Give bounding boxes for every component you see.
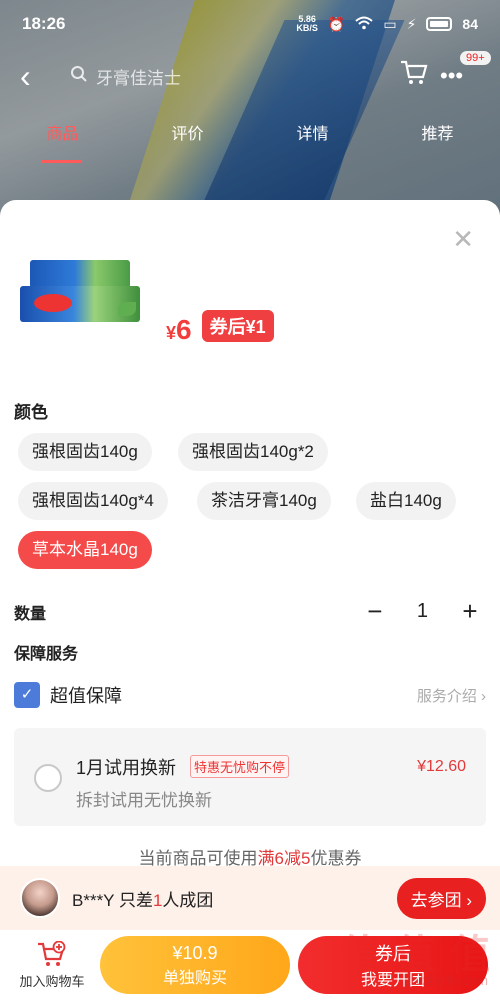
back-arrow-icon[interactable]: ‹ <box>20 58 70 95</box>
service-title: 保障服务 <box>14 646 79 663</box>
close-icon[interactable]: ✕ <box>452 224 474 255</box>
sku-selection-sheet: ✕ ¥6 券后¥1 颜色 强根固齿140g 强根固齿140g*2 强根固齿140… <box>0 200 500 1000</box>
group-buy-bar: B***Y 只差1人成团 去参团 › <box>0 866 500 930</box>
search-bar[interactable]: 牙膏佳洁士 <box>70 58 400 94</box>
service-radio[interactable] <box>34 764 62 792</box>
solo-label: 单独购买 <box>162 969 227 987</box>
tab-reviews[interactable]: 评价 <box>125 110 250 160</box>
service-name: 1月试用换新 <box>76 758 177 778</box>
service-option[interactable]: 1月试用换新 特惠无忧购不停 拆封试用无忧换新 ¥12.60 <box>14 728 486 826</box>
guarantee-label: 超值保障 <box>50 686 122 706</box>
status-time: 18:26 <box>22 14 66 33</box>
service-intro-link[interactable]: 服务介绍 › <box>417 685 486 706</box>
screen-icon: ▭ <box>383 15 397 32</box>
increase-button[interactable]: + <box>460 596 480 627</box>
tab-product[interactable]: 商品 <box>0 110 125 160</box>
quantity-title: 数量 <box>14 606 47 623</box>
leaf-icon <box>118 302 136 316</box>
toothpaste-tube-image <box>30 260 130 288</box>
network-speed: 5.86 KB/S <box>296 15 318 33</box>
decrease-button[interactable]: − <box>365 596 385 627</box>
chevron-right-icon: › <box>466 890 472 910</box>
color-option-3[interactable]: 强根固齿140g*4 <box>18 482 168 520</box>
bottom-action-bar: 加入购物车 ¥10.9 单独购买 券后 我要开团 <box>0 930 500 1000</box>
cart-add-icon <box>12 940 92 971</box>
add-to-cart-button[interactable]: 加入购物车 <box>12 940 92 990</box>
notification-badge: 99+ <box>460 51 491 65</box>
color-option-2[interactable]: 强根固齿140g*2 <box>178 433 328 471</box>
shopping-cart-icon[interactable] <box>400 60 440 93</box>
add-to-cart-label: 加入购物车 <box>19 973 85 989</box>
group-text-2: 人成团 <box>162 890 214 910</box>
color-section-title: 颜色 <box>14 403 48 422</box>
color-option-4[interactable]: 茶洁牙膏140g <box>197 482 331 520</box>
network-speed-unit: KB/S <box>296 23 318 33</box>
quantity-value[interactable]: 1 <box>417 600 428 623</box>
chevron-right-icon: › <box>481 687 486 705</box>
group-user: B***Y <box>72 890 115 910</box>
tab-recommend[interactable]: 推荐 <box>375 110 500 160</box>
active-tab-indicator <box>42 160 82 163</box>
status-bar: 18:26 5.86 KB/S ⏰ ▭ ⚡ 84 <box>0 0 500 48</box>
service-tag: 特惠无忧购不停 <box>190 755 290 778</box>
buy-alone-button[interactable]: ¥10.9 单独购买 <box>100 936 290 994</box>
battery-level: 84 <box>462 16 478 32</box>
more-menu-icon[interactable]: ••• 99+ <box>440 51 491 89</box>
product-price: ¥6 <box>166 314 192 346</box>
group-count: 1 <box>152 890 163 910</box>
battery-icon <box>426 17 453 31</box>
price-value: 6 <box>176 314 192 345</box>
shield-check-icon: ✓ <box>14 682 40 708</box>
site-watermark-url: zhizhizhi.com <box>403 972 488 988</box>
brand-logo-image <box>34 294 72 312</box>
group-status-text: B***Y 只差1人成团 <box>72 886 397 911</box>
color-option-1[interactable]: 强根固齿140g <box>18 433 152 471</box>
search-icon <box>70 65 88 88</box>
currency-symbol: ¥ <box>166 323 177 343</box>
product-thumbnail <box>20 258 146 330</box>
guarantee-row: ✓ 超值保障 服务介绍 › <box>14 680 486 710</box>
top-navigation: ‹ 牙膏佳洁士 ••• 99+ <box>0 51 500 100</box>
service-intro-text: 服务介绍 <box>416 687 477 705</box>
charging-icon: ⚡ <box>406 15 417 32</box>
group-line-1: 券后 <box>375 944 411 964</box>
group-text-1: 只差 <box>114 890 153 910</box>
alarm-icon: ⏰ <box>327 15 346 32</box>
solo-price: ¥10.9 <box>172 942 218 963</box>
color-option-5[interactable]: 盐白140g <box>356 482 456 520</box>
search-placeholder: 牙膏佳洁士 <box>96 68 181 88</box>
quantity-stepper: − 1 + <box>365 596 480 627</box>
join-group-label: 去参团 <box>410 890 462 910</box>
service-description: 拆封试用无忧换新 <box>76 791 212 810</box>
status-icons: 5.86 KB/S ⏰ ▭ ⚡ 84 <box>296 15 478 33</box>
color-option-6-selected[interactable]: 草本水晶140g <box>18 531 152 569</box>
wifi-icon <box>355 16 374 33</box>
join-group-button[interactable]: 去参团 › <box>396 877 486 919</box>
service-price: ¥12.60 <box>417 758 466 775</box>
avatar <box>20 878 60 918</box>
coupon-price-badge: 券后¥1 <box>201 310 274 342</box>
tab-details[interactable]: 详情 <box>250 110 375 160</box>
tab-bar: 商品 评价 详情 推荐 <box>0 110 500 160</box>
price-row: ¥6 券后¥1 <box>166 310 274 346</box>
